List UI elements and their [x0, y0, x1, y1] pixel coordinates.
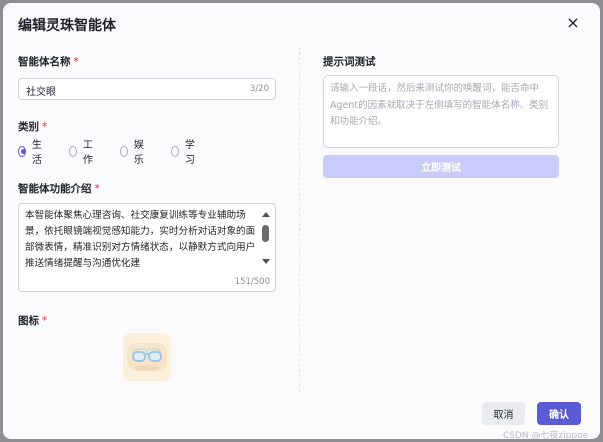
scroll-up-arrow-icon[interactable] [262, 212, 270, 217]
test-now-button[interactable]: 立即测试 [323, 155, 559, 178]
cancel-button[interactable]: 取消 [482, 402, 525, 425]
scroll-down-arrow-icon[interactable] [262, 259, 270, 264]
radio-circle[interactable] [120, 145, 128, 157]
radio-circle[interactable] [69, 145, 77, 157]
dialog-title: 编辑灵珠智能体 [18, 18, 116, 34]
icon-label: 图标 * [18, 315, 48, 327]
required-mark: * [73, 56, 79, 68]
prompt-test-input[interactable]: 请输入一段话，然后来测试你的唤醒词，能否命中Agent的因素就取决于左侧填写的智… [323, 75, 559, 148]
prompt-test-title: 提示词测试 [323, 56, 376, 68]
radio-study[interactable]: 学习 [171, 140, 198, 166]
description-text: 本智能体聚焦心理咨询、社交康复训练等专业辅助场景，依托眼镜端视觉感知能力，实时分… [25, 210, 256, 269]
name-counter: 3/20 [249, 84, 269, 94]
radio-work[interactable]: 工作 [69, 140, 96, 166]
scrollbar-thumb[interactable] [262, 225, 269, 242]
name-input[interactable]: 社交眼 3/20 [18, 78, 276, 100]
close-icon[interactable]: × [565, 15, 581, 31]
name-label: 智能体名称 * [18, 56, 79, 68]
watermark: CSDN @七夜zippoe [503, 431, 589, 439]
description-counter: 151/500 [234, 277, 270, 287]
prompt-test-placeholder: 请输入一段话，然后来测试你的唤醒词，能否命中Agent的因素就取决于左侧填写的智… [330, 83, 549, 127]
description-textarea[interactable]: 本智能体聚焦心理咨询、社交康复训练等专业辅助场景，依托眼镜端视觉感知能力，实时分… [18, 203, 276, 292]
radio-circle[interactable] [171, 145, 179, 157]
category-label: 类别 * [18, 121, 48, 133]
agent-icon-picker[interactable] [123, 333, 171, 381]
required-mark: * [42, 121, 48, 133]
radio-entertainment[interactable]: 娱乐 [120, 140, 147, 166]
radio-life[interactable]: 生活 [18, 140, 45, 166]
radio-circle[interactable] [18, 145, 26, 157]
required-mark: * [42, 315, 48, 327]
confirm-button[interactable]: 确认 [537, 402, 581, 425]
column-divider [299, 47, 300, 392]
required-mark: * [94, 183, 100, 195]
name-value: 社交眼 [26, 87, 56, 98]
glasses-icon [127, 343, 167, 371]
description-label: 智能体功能介绍 * [18, 183, 100, 195]
edit-agent-dialog: 编辑灵珠智能体 × 智能体名称 * 社交眼 3/20 类别 * 生活 工作 娱乐 学… [3, 3, 600, 439]
